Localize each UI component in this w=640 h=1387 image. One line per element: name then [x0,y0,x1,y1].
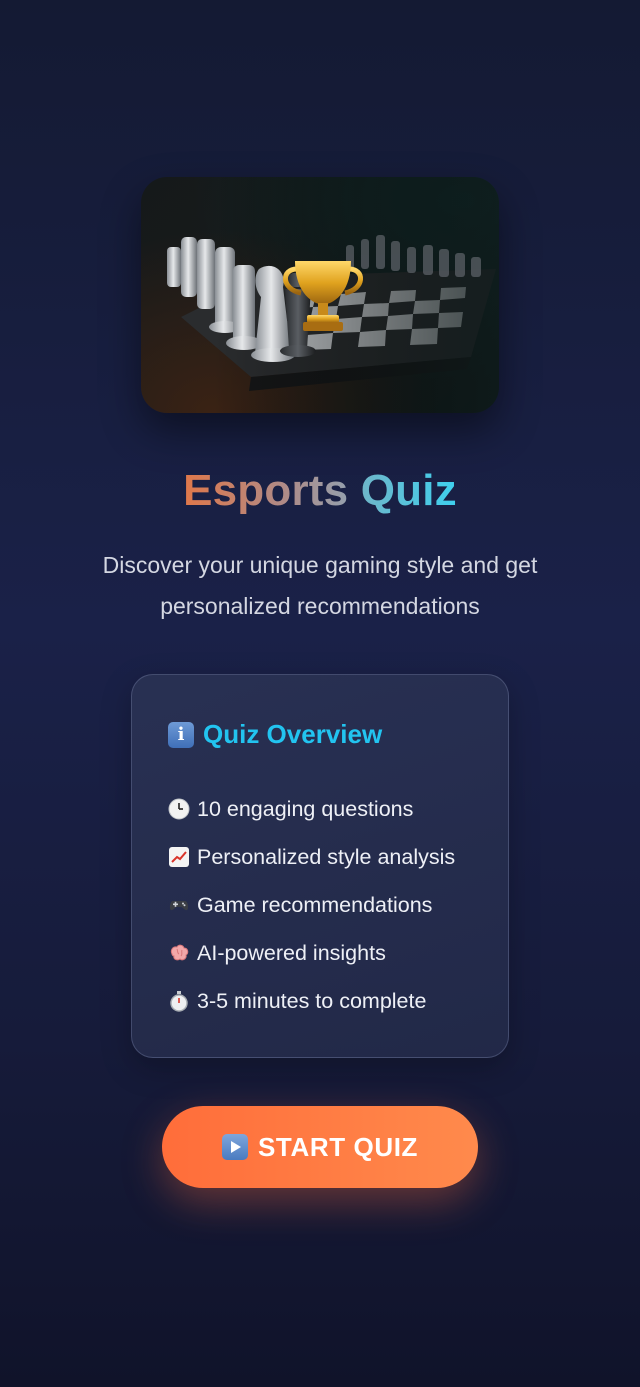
list-item: 10 engaging questions [168,785,455,833]
brain-icon [168,942,190,964]
chart-icon [168,846,190,868]
feature-label: AI-powered insights [197,940,386,965]
list-item: Game recommendations [168,881,455,929]
quiz-overview-heading: i Quiz Overview [168,719,382,750]
list-item: Personalized style analysis [168,833,455,881]
title-word-quiz: Quiz [360,466,457,515]
chess-trophy-illustration [141,177,499,413]
list-item: 3-5 minutes to complete [168,977,455,1025]
play-icon [221,1134,248,1160]
start-quiz-button[interactable]: START QUIZ [162,1106,478,1188]
feature-list: 10 engaging questions Personalized style… [168,785,455,1025]
info-icon: i [168,721,194,748]
quiz-overview-title: Quiz Overview [203,719,383,749]
feature-label: 10 engaging questions [197,796,414,821]
page-title: Esports Quiz [0,466,640,516]
start-quiz-label: START QUIZ [257,1131,419,1162]
list-item: AI-powered insights [168,929,455,977]
hero-image [141,177,499,413]
quiz-overview-card: i Quiz Overview 10 engaging questions Pe… [131,674,509,1058]
clock-icon [168,798,190,820]
feature-label: 3-5 minutes to complete [197,988,427,1013]
feature-label: Personalized style analysis [197,844,456,869]
page-subtitle: Discover your unique gaming style and ge… [102,552,538,619]
feature-label: Game recommendations [197,892,433,917]
stopwatch-icon [168,990,190,1012]
gamepad-icon [168,894,190,916]
title-word-esports: Esports [183,466,349,515]
